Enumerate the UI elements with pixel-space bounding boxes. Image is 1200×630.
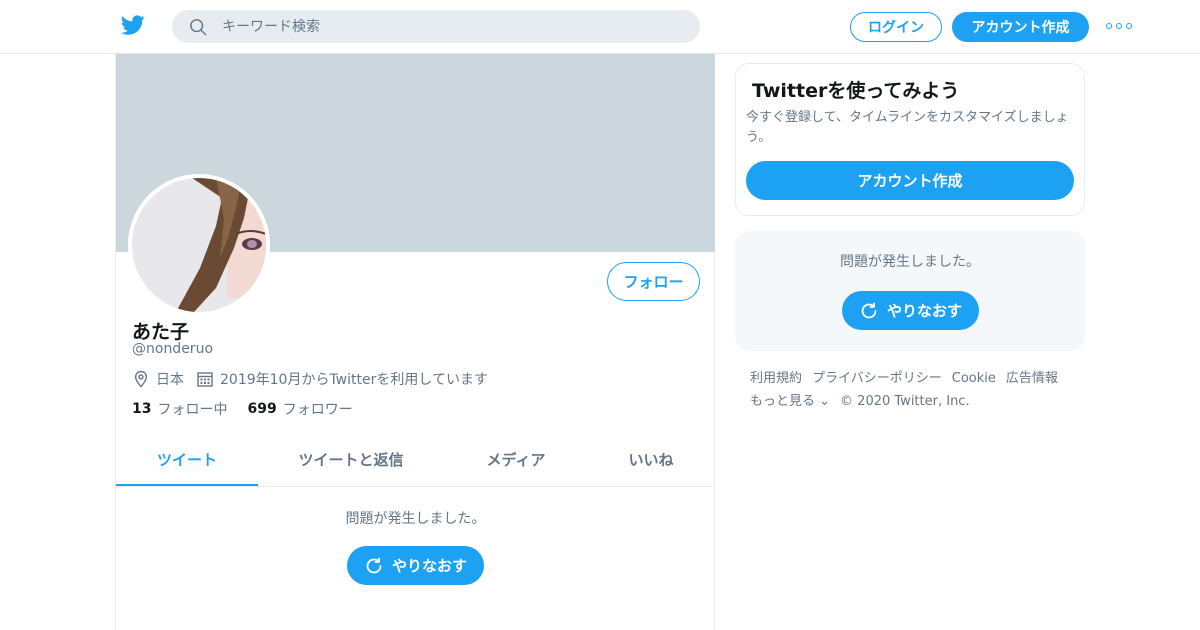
calendar-icon [197,372,213,387]
followers-stat[interactable]: 699 フォロワー [247,399,352,419]
chevron-down-icon: ⌄ [815,394,831,409]
signup-card-title: Twitterを使ってみよう [752,80,960,102]
footer-link-terms[interactable]: 利用規約 [750,367,802,390]
avatar[interactable] [128,174,270,316]
sidebar-error-message: 問題が発生しました。 [840,254,980,270]
refresh-icon [861,302,877,318]
location-pin-icon [134,370,148,388]
profile-tabs: ツイート ツイートと返信 メディア いいね [116,432,715,487]
profile-meta: 日本 2019年10月からTwitterを利用しています [132,368,500,390]
dot [1116,23,1122,29]
followers-count: 699 [247,401,277,417]
tab-likes[interactable]: いいね [596,432,706,487]
dot [1126,23,1132,29]
profile-name: あた子 [132,321,190,343]
footer-more-link[interactable]: もっと見る ⌄ [750,390,830,413]
profile-joined-date: 2019年10月からTwitterを利用しています [220,372,488,388]
retry-button[interactable]: やりなおす [347,546,484,585]
signup-card-description: 今すぐ登録して、タイムラインをカスタマイズしましょう。 [746,110,1069,145]
search-input[interactable] [222,10,682,43]
footer-copyright: © 2020 Twitter, Inc. [840,394,970,409]
sidebar-retry-label: やりなおす [886,302,962,320]
tab-tweets[interactable]: ツイート [116,432,258,487]
refresh-icon [366,557,382,573]
sidebar-footer: 利用規約 プライバシーポリシー Cookie 広告情報 もっと見る ⌄ © 20… [750,367,1080,413]
footer-link-privacy[interactable]: プライバシーポリシー [812,367,942,390]
following-label: フォロー中 [157,402,228,418]
top-navigation-bar: ログイン アカウント作成 [0,0,1200,54]
tab-media[interactable]: メディア [446,432,586,487]
more-dots-icon[interactable] [1106,18,1132,34]
tab-tweets-and-replies[interactable]: ツイートと返信 [276,432,426,487]
retry-label: やりなおす [391,557,467,575]
footer-more-label: もっと見る [750,394,816,409]
avatar-image [132,178,266,312]
signup-button-sidebar[interactable]: アカウント作成 [746,161,1074,200]
search-bar[interactable] [172,10,700,43]
follow-button[interactable]: フォロー [607,262,700,301]
search-icon [190,19,207,36]
signup-button-top[interactable]: アカウント作成 [952,12,1089,42]
signup-card: Twitterを使ってみよう 今すぐ登録して、タイムラインをカスタマイズしましょ… [735,63,1085,216]
footer-link-cookie[interactable]: Cookie [952,367,996,390]
twitter-bird-icon[interactable] [120,13,146,37]
footer-link-ads[interactable]: 広告情報 [1006,367,1058,390]
timeline-error-message: 問題が発生しました。 [345,511,486,527]
profile-handle: @nonderuo [132,341,214,357]
profile-location: 日本 [156,372,184,388]
sidebar-retry-button[interactable]: やりなおす [842,291,979,330]
profile-column: フォロー あた子 @nonderuo 日本 2019年10月からTwitterを… [115,54,715,630]
profile-stats: 13 フォロー中 699 フォロワー [132,399,373,419]
following-count: 13 [132,401,152,417]
dot [1106,23,1112,29]
login-button[interactable]: ログイン [850,12,942,42]
sidebar-error-card: 問題が発生しました。 やりなおす [735,231,1085,351]
followers-label: フォロワー [282,402,353,418]
following-stat[interactable]: 13 フォロー中 [132,399,227,419]
active-tab-indicator [116,484,258,486]
